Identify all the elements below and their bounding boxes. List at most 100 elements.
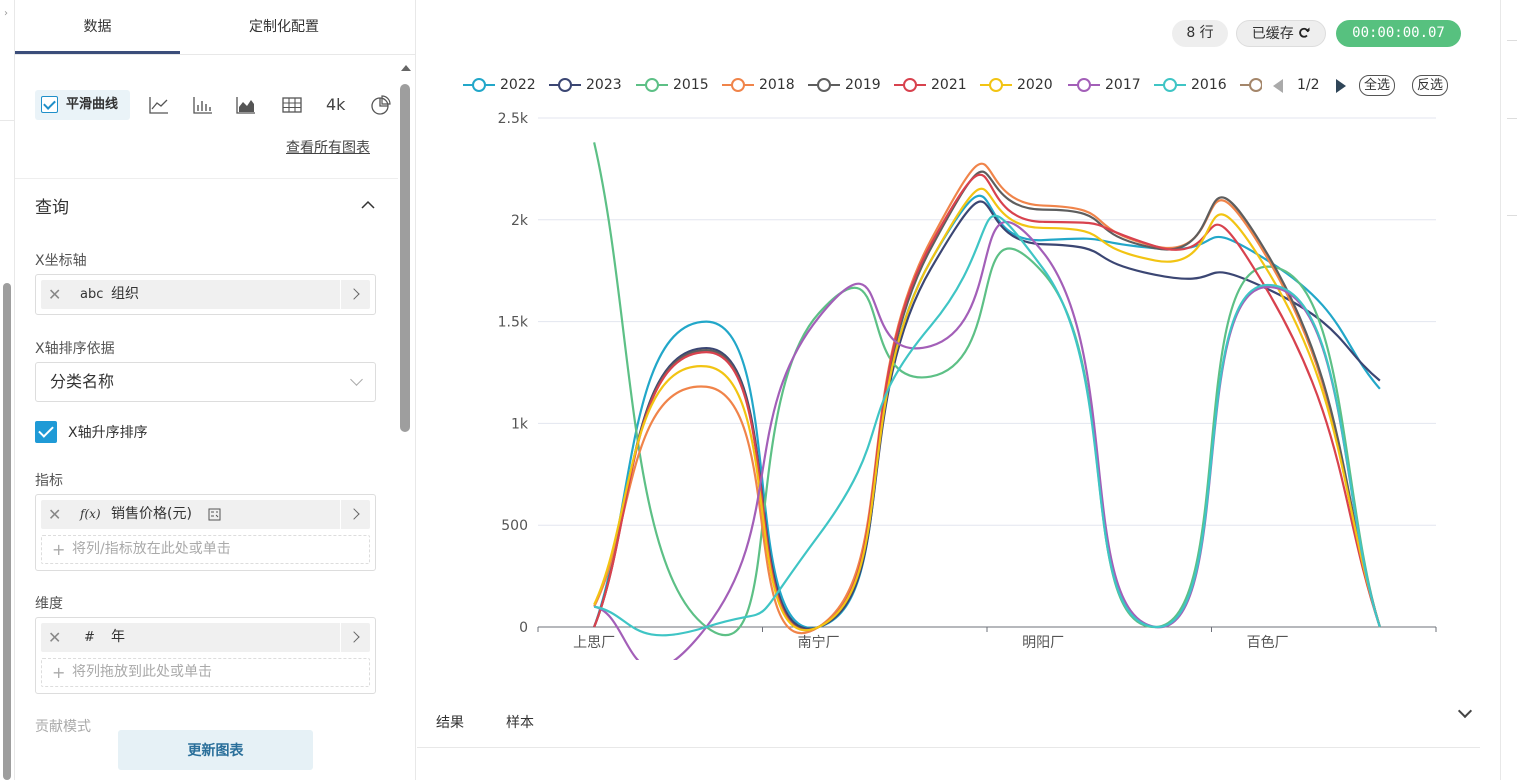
dimension-dropzone[interactable]: ✕ # 年 + 将列拖放到此处或单击 xyxy=(35,617,376,694)
active-tab-underline xyxy=(15,51,180,54)
right-rail xyxy=(1500,0,1517,780)
panel-scrollbar[interactable] xyxy=(398,62,412,772)
y-tick-label: 0 xyxy=(519,620,528,636)
gutter-arrow-icon[interactable]: › xyxy=(4,8,8,19)
dimension-pill[interactable]: ✕ # 年 xyxy=(41,623,370,652)
plus-icon: + xyxy=(52,663,66,682)
line-chart-icon[interactable] xyxy=(148,95,170,115)
area-chart-icon[interactable] xyxy=(235,95,257,115)
y-tick-label: 1.5k xyxy=(498,315,529,331)
scroll-up-icon[interactable] xyxy=(401,65,411,71)
legend-label: 2017 xyxy=(1105,77,1141,93)
select-all-button[interactable]: 全选 xyxy=(1359,75,1396,96)
legend-swatch-icon xyxy=(463,78,495,92)
rail-mark xyxy=(1507,215,1517,216)
chevron-right-icon[interactable] xyxy=(340,623,370,652)
metric-add-hint[interactable]: + 将列/指标放在此处或单击 xyxy=(41,535,370,564)
result-tabs: 结果 样本 xyxy=(417,700,1480,748)
update-chart-button[interactable]: 更新图表 xyxy=(118,730,313,770)
legend-swatch-icon xyxy=(894,78,926,92)
x-axis-dropzone[interactable]: ✕ abc 组织 xyxy=(35,274,376,315)
tab-samples[interactable]: 样本 xyxy=(506,712,534,732)
calculator-icon[interactable] xyxy=(208,508,221,521)
tab-data[interactable]: 数据 xyxy=(15,0,180,55)
legend-prev-icon[interactable] xyxy=(1273,79,1283,93)
big-number-viz[interactable]: 4k xyxy=(326,90,345,120)
smooth-curve-label: 平滑曲线 xyxy=(66,97,119,112)
remove-icon[interactable]: ✕ xyxy=(48,500,61,529)
x-tick-label: 百色厂 xyxy=(1247,634,1289,651)
dimension-label: 维度 xyxy=(35,596,63,612)
remove-icon[interactable]: ✕ xyxy=(48,280,61,309)
legend-swatch-icon xyxy=(808,78,840,92)
dimension-type-badge: # xyxy=(84,630,95,645)
x-sort-value: 分类名称 xyxy=(50,372,115,391)
divider xyxy=(15,178,398,179)
y-tick-label: 500 xyxy=(501,518,528,534)
chevron-right-icon[interactable] xyxy=(340,280,370,309)
y-tick-label: 2.5k xyxy=(498,111,529,127)
gutter-divider xyxy=(0,120,15,121)
invert-selection-button[interactable]: 反选 xyxy=(1412,75,1449,96)
cached-badge[interactable]: 已缓存 xyxy=(1236,20,1326,47)
chart-area: 8 行 已缓存 00:00:00.07 2022 2023 2015 2018 2019… xyxy=(417,0,1500,780)
x-asc-label: X轴升序排序 xyxy=(68,425,148,441)
tab-custom-config[interactable]: 定制化配置 xyxy=(185,0,383,55)
x-tick-label: 南宁厂 xyxy=(798,634,840,651)
gutter-scrollbar[interactable] xyxy=(3,283,11,780)
series-line-2016 xyxy=(593,214,1381,637)
cached-label: 已缓存 xyxy=(1251,26,1294,42)
metric-pill[interactable]: ✕ f(x) 销售价格(元) xyxy=(41,500,370,529)
pie-chart-icon[interactable] xyxy=(369,95,391,115)
metric-label: 指标 xyxy=(35,473,63,489)
y-tick-label: 1k xyxy=(511,416,529,432)
plus-icon: + xyxy=(52,540,66,559)
legend-label: 2020 xyxy=(1017,77,1053,93)
tab-results[interactable]: 结果 xyxy=(436,712,464,732)
legend-swatch-icon xyxy=(1240,78,1262,92)
legend-label: 2016 xyxy=(1191,77,1227,93)
legend-label: 2022 xyxy=(500,77,536,93)
dimension-name: 年 xyxy=(111,629,125,645)
app-root: › 数据 定制化配置 平滑曲线 4k 查看所有图表 查询 X坐标轴 ✕ abc … xyxy=(0,0,1517,780)
metric-type-badge: f(x) xyxy=(80,507,101,521)
legend-swatch-icon xyxy=(722,78,754,92)
x-axis-label: X坐标轴 xyxy=(35,253,87,269)
view-all-charts-link[interactable]: 查看所有图表 xyxy=(286,137,370,157)
column-name: 组织 xyxy=(111,286,139,302)
panel-tabs: 数据 定制化配置 xyxy=(15,0,416,55)
series-line-2023 xyxy=(593,200,1381,630)
control-panel: 数据 定制化配置 平滑曲线 4k 查看所有图表 查询 X坐标轴 ✕ abc 组织… xyxy=(15,0,416,780)
x-asc-checkbox[interactable] xyxy=(35,421,57,443)
chevron-right-icon[interactable] xyxy=(340,500,370,529)
legend-next-icon[interactable] xyxy=(1336,79,1346,93)
table-icon[interactable] xyxy=(281,95,303,115)
smooth-checkbox[interactable] xyxy=(41,96,58,113)
left-gutter: › xyxy=(0,0,15,780)
legend-swatch-icon xyxy=(1154,78,1186,92)
legend-swatch-icon xyxy=(549,78,581,92)
bar-chart-icon[interactable] xyxy=(192,95,214,115)
legend-label: 2021 xyxy=(931,77,967,93)
panel-scroll-thumb[interactable] xyxy=(400,84,410,432)
smooth-curve-toggle[interactable]: 平滑曲线 xyxy=(35,90,130,120)
rail-mark xyxy=(1507,118,1517,119)
dimension-add-hint[interactable]: + 将列拖放到此处或单击 xyxy=(41,658,370,687)
legend-label: 2015 xyxy=(673,77,709,93)
legend-label: 2018 xyxy=(759,77,795,93)
remove-icon[interactable]: ✕ xyxy=(48,623,61,652)
x-tick-label: 上思厂 xyxy=(573,635,615,651)
legend-swatch-icon xyxy=(980,78,1012,92)
legend-item[interactable] xyxy=(1240,74,1262,96)
query-section-title: 查询 xyxy=(35,198,69,218)
contribution-mode-label: 贡献模式 xyxy=(35,719,91,735)
row-count-badge: 8 行 xyxy=(1172,20,1228,47)
chevron-up-icon[interactable] xyxy=(361,200,375,210)
series-line-2021 xyxy=(593,173,1381,632)
metric-dropzone[interactable]: ✕ f(x) 销售价格(元) + 将列/指标放在此处或单击 xyxy=(35,494,376,571)
x-sort-select[interactable]: 分类名称 xyxy=(35,362,376,402)
x-axis-pill[interactable]: ✕ abc 组织 xyxy=(41,280,370,309)
refresh-icon[interactable] xyxy=(1298,27,1310,39)
dimension-hint-text: 将列拖放到此处或单击 xyxy=(72,664,212,680)
rail-mark xyxy=(1507,40,1517,41)
